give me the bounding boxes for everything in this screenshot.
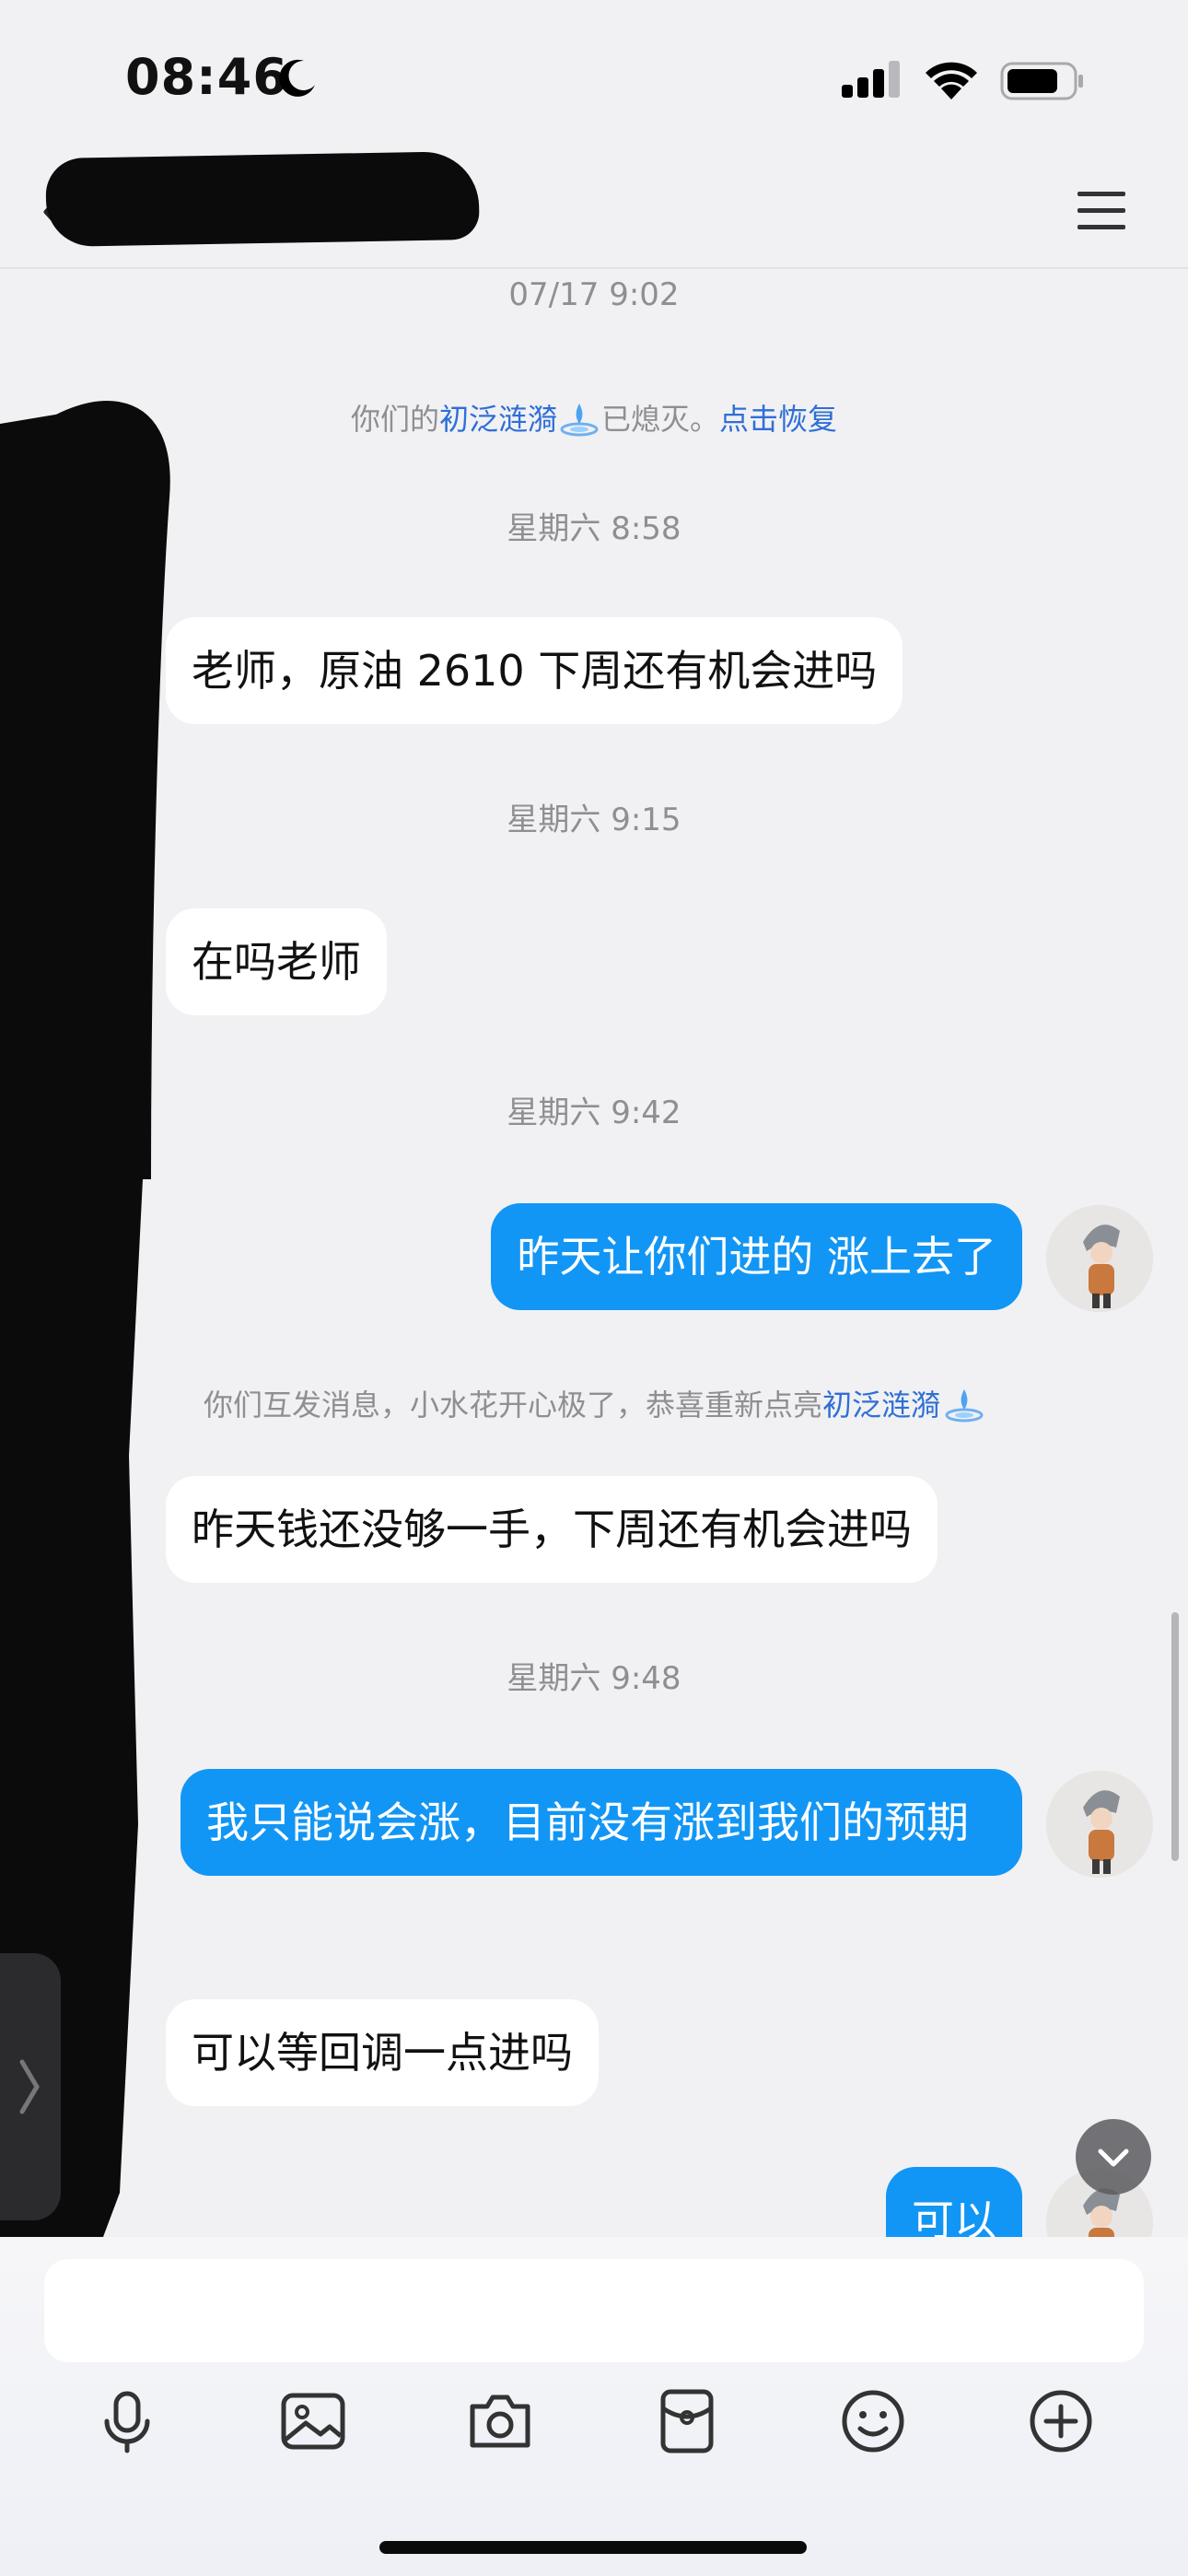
status-time: 08:46	[125, 48, 288, 106]
moon-icon	[279, 59, 315, 97]
timestamp: 星期六 9:15	[507, 802, 681, 838]
avatar-illustration	[1046, 1771, 1153, 1878]
status-bar: 08:46	[0, 0, 1188, 157]
red-packet-icon[interactable]	[650, 2384, 724, 2458]
battery-icon	[1000, 62, 1083, 100]
timestamp: 星期六 8:58	[507, 510, 681, 547]
plus-icon[interactable]	[1024, 2384, 1098, 2458]
incoming-message[interactable]: 老师，原油 2610 下周还有机会进吗	[166, 617, 903, 724]
system-text: 你们互发消息，小水花开心极了，恭喜重新点亮	[203, 1388, 822, 1423]
restore-link[interactable]: 点击恢复	[719, 402, 837, 437]
ripple-icon	[945, 1389, 984, 1423]
system-message-flame-off: 你们的初泛涟漪 已熄灭。点击恢复	[0, 396, 1188, 439]
camera-icon[interactable]	[463, 2384, 537, 2458]
chat-message-list[interactable]: 07/17 9:02 你们的初泛涟漪 已熄灭。点击恢复 星期六 8:58 老师，…	[0, 269, 1188, 2237]
wifi-icon	[926, 62, 977, 100]
outgoing-message[interactable]: 我只能说会涨，目前没有涨到我们的预期	[181, 1769, 1022, 1876]
redaction-mark	[45, 150, 480, 248]
incoming-message[interactable]: 在吗老师	[166, 908, 387, 1015]
system-text: 你们的	[350, 402, 439, 437]
image-icon[interactable]	[276, 2384, 350, 2458]
message-input[interactable]	[44, 2259, 1144, 2362]
system-message-streak-restored: 你们互发消息，小水花开心极了，恭喜重新点亮初泛涟漪	[0, 1382, 1188, 1424]
microphone-icon[interactable]	[90, 2384, 164, 2458]
ripple-icon	[560, 404, 599, 437]
menu-icon[interactable]	[1076, 184, 1127, 236]
scroll-to-bottom-button[interactable]	[1076, 2119, 1151, 2195]
home-indicator[interactable]	[379, 2541, 807, 2554]
chevron-right-icon	[19, 2059, 40, 2114]
incoming-message[interactable]: 可以等回调一点进吗	[166, 1999, 599, 2106]
avatar[interactable]	[1046, 1771, 1153, 1878]
composer	[0, 2237, 1188, 2576]
scrollbar[interactable]	[1171, 1612, 1179, 1861]
emoji-icon[interactable]	[836, 2384, 910, 2458]
side-drawer-handle[interactable]	[0, 1953, 61, 2220]
streak-name-link[interactable]: 初泛涟漪	[822, 1388, 940, 1423]
outgoing-message[interactable]: 可以	[886, 2167, 1022, 2237]
timestamp: 07/17 9:02	[508, 276, 680, 313]
incoming-message[interactable]: 昨天钱还没够一手，下周还有机会进吗	[166, 1476, 938, 1583]
signal-icon	[842, 61, 900, 98]
system-text-suffix: 已熄灭。	[601, 402, 720, 437]
timestamp: 星期六 9:42	[507, 1095, 681, 1131]
timestamp: 星期六 9:48	[507, 1660, 681, 1697]
streak-name-link[interactable]: 初泛涟漪	[439, 402, 557, 437]
avatar[interactable]	[1046, 1205, 1153, 1312]
avatar-illustration	[1046, 1205, 1153, 1312]
chevron-down-icon	[1098, 2149, 1129, 2167]
outgoing-message[interactable]: 昨天让你们进的 涨上去了	[491, 1203, 1022, 1310]
